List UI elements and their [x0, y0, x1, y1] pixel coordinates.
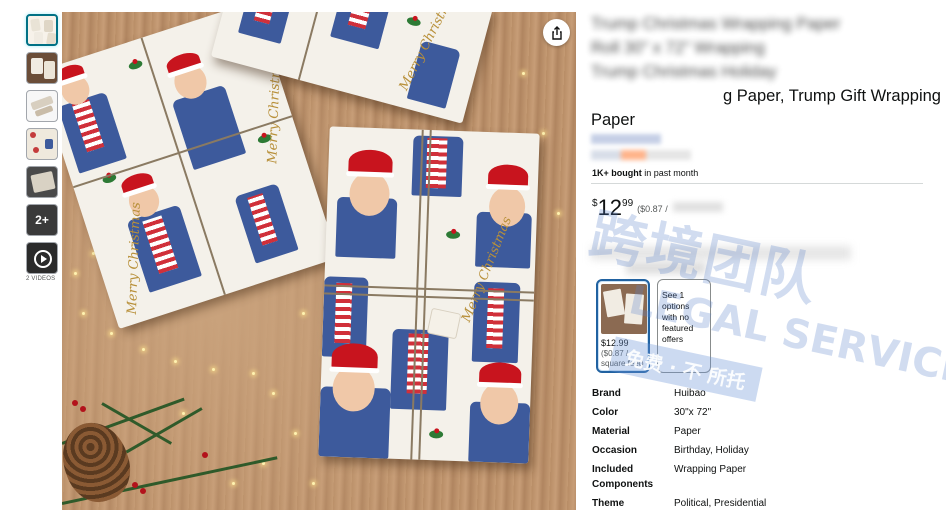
- share-button[interactable]: [543, 19, 570, 46]
- product-specs-table: Brand Huibao Color 30"x 72" Material Pap…: [592, 386, 892, 510]
- spec-row-occasion: Occasion Birthday, Holiday: [592, 443, 892, 458]
- product-title[interactable]: Trump Christmas Wrapping Paper Roll 30" …: [591, 12, 921, 84]
- spec-key: Theme: [592, 498, 625, 509]
- spec-row-brand: Brand Huibao: [592, 386, 892, 401]
- blurred-info-line: [626, 262, 706, 274]
- spec-value: Political, Presidential: [674, 498, 767, 509]
- spec-row-included-components: Included Components Wrapping Paper: [592, 462, 892, 492]
- price-per-unit-blurred: [673, 202, 723, 212]
- variation-swatches: $12.99 ($0.87 / square feet) See 1 optio…: [596, 279, 711, 373]
- swatch-option-see-more[interactable]: See 1 options with no featured offers: [657, 279, 711, 373]
- swatch-price: $12.99: [601, 338, 629, 348]
- more-count: 2+: [35, 213, 49, 227]
- spec-key: Brand: [592, 388, 621, 399]
- wrapped-gift-center: Merry Christmas: [318, 126, 540, 464]
- spec-row-color: Color 30"x 72": [592, 405, 892, 420]
- thumbnail-1[interactable]: [26, 14, 58, 46]
- pinecone: [62, 413, 140, 510]
- product-title-line: Trump Christmas Holiday: [591, 63, 777, 81]
- thumbnail-2[interactable]: [26, 52, 58, 84]
- bought-suffix: in past month: [641, 168, 699, 178]
- price: $ 12 99 ($0.87 /: [592, 196, 668, 220]
- spec-value: Huibao: [674, 388, 706, 399]
- rating-stars[interactable]: [591, 150, 691, 160]
- swatch-more-text: See 1 options with no featured offers: [662, 290, 694, 344]
- product-title-line: Trump Christmas Wrapping Paper: [591, 15, 841, 33]
- greeting-text: Merry Christmas: [124, 201, 144, 315]
- thumbnail-more[interactable]: 2+: [26, 204, 58, 236]
- thumbnail-5[interactable]: [26, 166, 58, 198]
- thumbnail-strip: 2+ 2 VIDEOS: [26, 14, 60, 282]
- spec-value: 30"x 72": [674, 407, 712, 418]
- product-title-visible-part: g Paper, Trump Gift Wrapping: [723, 87, 941, 105]
- thumbnail-video[interactable]: [26, 242, 58, 274]
- spec-key: Included Components: [592, 464, 654, 490]
- swatch-option-selected[interactable]: $12.99 ($0.87 / square feet): [596, 279, 650, 373]
- thumbnail-3[interactable]: [26, 90, 58, 122]
- swatch-thumbnail: [601, 284, 647, 334]
- spec-value: Wrapping Paper: [674, 464, 747, 475]
- main-product-image[interactable]: Merry Christmas Merry Christmas Merry Ch…: [62, 12, 576, 510]
- price-whole: 12: [597, 195, 623, 220]
- blurred-info-line: [591, 246, 851, 260]
- price-per-unit: ($0.87 /: [637, 204, 668, 214]
- thumbnail-4[interactable]: [26, 128, 58, 160]
- bought-count: 1K+ bought: [592, 168, 642, 178]
- product-info-panel: Trump Christmas Wrapping Paper Roll 30" …: [591, 0, 946, 510]
- price-fraction: 99: [622, 198, 634, 209]
- store-link[interactable]: [591, 134, 661, 144]
- spec-value: Birthday, Holiday: [674, 445, 749, 456]
- product-title-line: Roll 30" x 72" Wrapping: [591, 39, 765, 57]
- videos-count-label: 2 VIDEOS: [26, 276, 56, 282]
- spec-key: Occasion: [592, 445, 638, 456]
- bought-in-past-month: 1K+ bought in past month: [592, 168, 698, 178]
- product-title-tail: Paper: [591, 111, 636, 129]
- spec-row-theme: Theme Political, Presidential: [592, 496, 892, 510]
- divider: [591, 183, 923, 184]
- spec-row-material: Material Paper: [592, 424, 892, 439]
- spec-key: Color: [592, 407, 619, 418]
- play-icon: [34, 250, 52, 268]
- spec-value: Paper: [674, 426, 701, 437]
- swatch-unit-price: ($0.87 / square feet): [601, 349, 644, 368]
- spec-key: Material: [592, 426, 630, 437]
- share-icon: [551, 25, 562, 40]
